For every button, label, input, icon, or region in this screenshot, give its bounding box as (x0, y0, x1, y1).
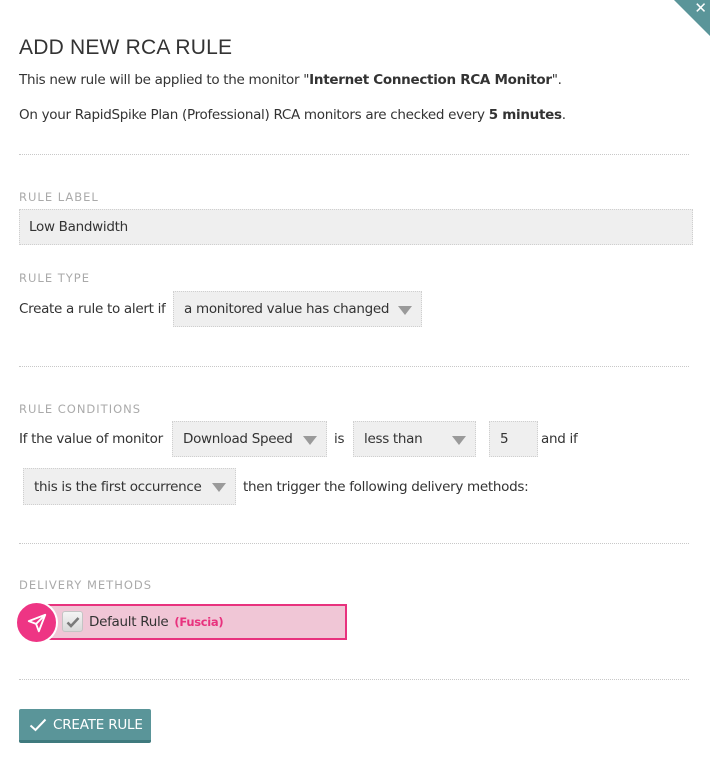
rule-label-input[interactable]: Low Bandwidth (19, 209, 693, 245)
is-label: is (334, 431, 345, 447)
divider (19, 543, 689, 544)
divider (19, 679, 689, 680)
metric-select[interactable]: Download Speed (172, 421, 327, 457)
operator-selected: less than (364, 431, 423, 447)
operator-select[interactable]: less than (353, 421, 476, 457)
conditions-prefix: If the value of monitor (19, 431, 163, 447)
rule-label-heading: RULE LABEL (19, 190, 99, 204)
threshold-value: 5 (500, 431, 509, 447)
delivery-method-checkbox[interactable] (62, 611, 83, 632)
chevron-down-icon (452, 436, 466, 445)
rule-type-heading: RULE TYPE (19, 271, 90, 285)
divider (19, 154, 689, 155)
chevron-down-icon (212, 483, 226, 492)
plan-note-suffix: . (561, 107, 566, 123)
intro-prefix: This new rule will be applied to the mon… (19, 72, 310, 88)
close-icon[interactable]: ✕ (694, 1, 707, 16)
close-button[interactable]: ✕ (674, 0, 710, 36)
delivery-method-tag: (Fuscia) (174, 615, 224, 629)
plan-note-prefix: On your RapidSpike Plan (Professional) R… (19, 107, 489, 123)
occurrence-selected: this is the first occurrence (34, 478, 202, 495)
checkmark-icon (66, 616, 79, 628)
delivery-methods-heading: DELIVERY METHODS (19, 578, 153, 592)
create-rule-button[interactable]: CREATE RULE (19, 709, 151, 743)
check-interval: 5 minutes (488, 107, 562, 123)
conditions-suffix: then trigger the following delivery meth… (243, 479, 529, 495)
create-rule-label: CREATE RULE (53, 716, 143, 733)
and-if-label: and if (541, 431, 578, 447)
monitor-intro-text: This new rule will be applied to the mon… (19, 72, 562, 88)
rule-label-value: Low Bandwidth (29, 219, 128, 235)
delivery-method-item[interactable]: Default Rule (Fuscia) (47, 604, 347, 640)
plan-note-text: On your RapidSpike Plan (Professional) R… (19, 107, 566, 123)
rule-type-select[interactable]: a monitored value has changed (173, 291, 422, 327)
rule-type-selected: a monitored value has changed (184, 301, 390, 317)
send-icon (15, 601, 58, 644)
intro-suffix: ". (551, 72, 562, 88)
divider (19, 366, 689, 367)
chevron-down-icon (398, 306, 412, 315)
threshold-input[interactable]: 5 (489, 421, 538, 457)
dialog-title: ADD NEW RCA RULE (19, 36, 233, 59)
check-icon (29, 718, 47, 731)
occurrence-select[interactable]: this is the first occurrence (23, 468, 236, 505)
chevron-down-icon (303, 436, 317, 445)
rule-type-prompt: Create a rule to alert if (19, 301, 166, 317)
delivery-method-label: Default Rule (89, 614, 169, 630)
rule-conditions-heading: RULE CONDITIONS (19, 402, 142, 416)
metric-selected: Download Speed (183, 431, 293, 447)
monitor-name: Internet Connection RCA Monitor (309, 72, 552, 88)
